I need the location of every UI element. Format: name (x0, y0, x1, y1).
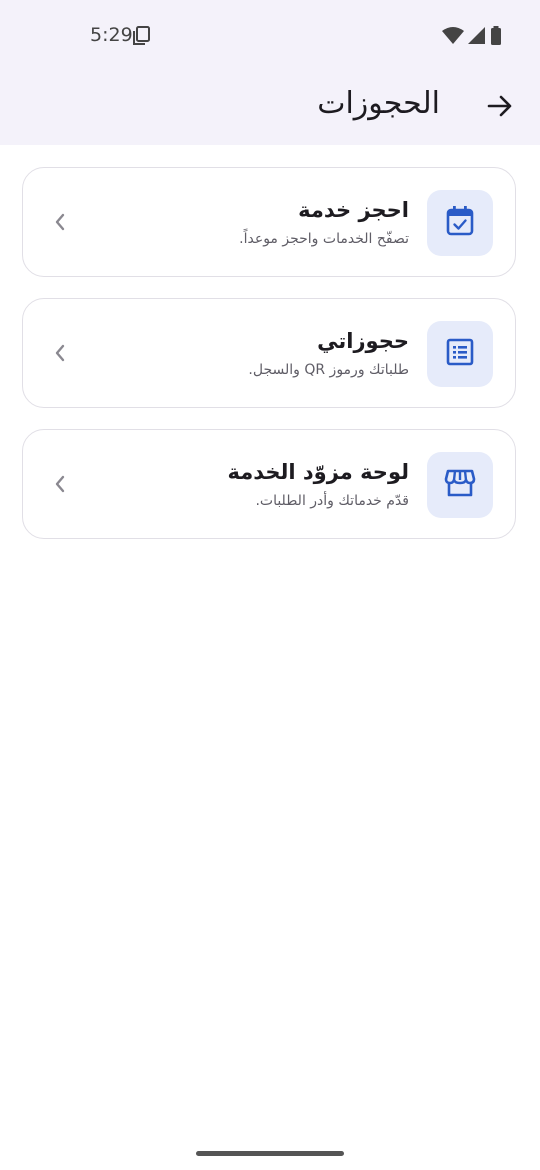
card-subtitle: قدّم خدماتك وأدر الطلبات. (255, 493, 409, 509)
chevron-left-icon (53, 212, 67, 236)
card-subtitle: تصفّح الخدمات واحجز موعداً. (239, 231, 409, 247)
list-icon (445, 337, 475, 371)
chevron-left-icon (53, 343, 67, 367)
status-bar: 5:29 (0, 0, 540, 70)
signal-icon (468, 27, 486, 49)
page-title: الحجوزات (317, 86, 440, 121)
wifi-icon (442, 27, 464, 49)
sim-card-icon (133, 26, 151, 50)
status-icons (442, 26, 502, 50)
book-service-card[interactable]: احجز خدمة تصفّح الخدمات واحجز موعداً. (22, 167, 516, 277)
card-icon-container (427, 321, 493, 387)
my-bookings-card[interactable]: حجوزاتي طلباتك ورموز QR والسجل. (22, 298, 516, 408)
card-icon-container (427, 452, 493, 518)
card-title: لوحة مزوّد الخدمة (227, 460, 409, 484)
status-time: 5:29 (90, 24, 133, 46)
provider-dashboard-card[interactable]: لوحة مزوّد الخدمة قدّم خدماتك وأدر الطلب… (22, 429, 516, 539)
storefront-icon (444, 468, 476, 502)
battery-icon (490, 26, 502, 50)
app-bar: الحجوزات (0, 70, 540, 145)
back-button[interactable] (482, 90, 518, 126)
home-indicator[interactable] (196, 1151, 344, 1156)
card-title: احجز خدمة (298, 198, 409, 222)
card-title: حجوزاتي (317, 329, 409, 353)
chevron-left-icon (53, 474, 67, 498)
calendar-check-icon (445, 205, 475, 241)
card-subtitle: طلباتك ورموز QR والسجل. (248, 362, 409, 378)
arrow-right-icon (486, 92, 514, 124)
card-icon-container (427, 190, 493, 256)
